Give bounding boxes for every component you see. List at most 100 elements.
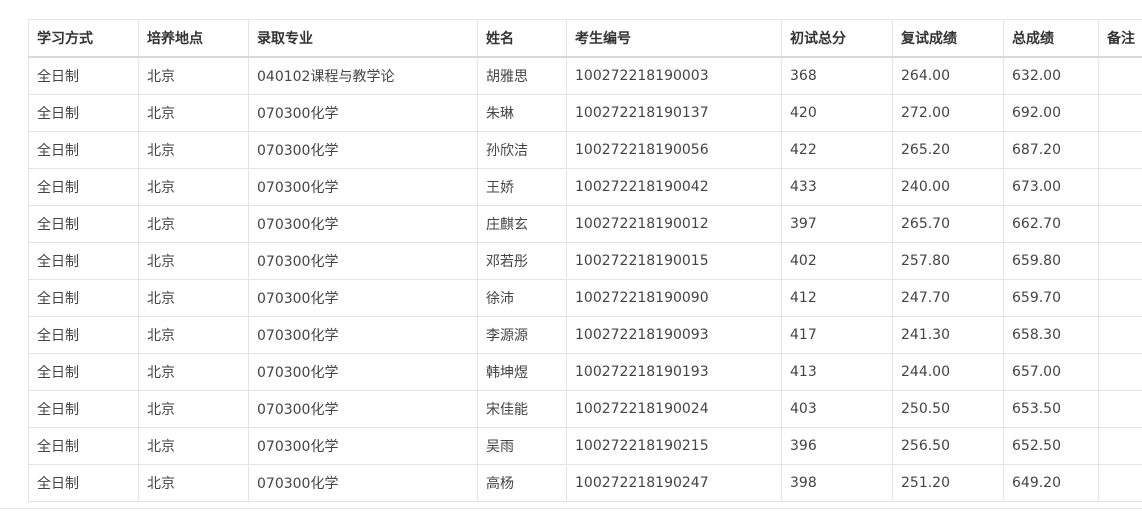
- header-study-mode: 学习方式: [28, 19, 139, 58]
- cell-candidate-id: 100272218190015: [566, 242, 782, 280]
- cell-study-mode: 全日制: [28, 56, 139, 95]
- cell-total-score: 659.80: [1003, 242, 1099, 280]
- cell-name: 庄麒玄: [477, 205, 567, 243]
- cell-retest-score: 264.00: [892, 56, 1004, 95]
- table-row: 全日制 北京 070300化学 宋佳能 100272218190024 403 250.50…: [28, 390, 1142, 428]
- cell-admitted-major: 070300化学: [248, 131, 478, 169]
- cell-candidate-id: 100272218190024: [566, 390, 782, 428]
- cell-retest-score: 244.00: [892, 353, 1004, 391]
- cell-training-location: 北京: [138, 205, 249, 243]
- admission-results-table: 学习方式 培养地点 录取专业 姓名 考生编号 初试总分 复试成绩 总成绩 备注 …: [28, 19, 1142, 502]
- cell-training-location: 北京: [138, 168, 249, 206]
- table-row: 全日制 北京 070300化学 邓若彤 100272218190015 402 257.80…: [28, 242, 1142, 280]
- cell-remarks: [1098, 56, 1142, 95]
- table-row: 全日制 北京 070300化学 孙欣洁 100272218190056 422 265.20…: [28, 131, 1142, 169]
- cell-candidate-id: 100272218190056: [566, 131, 782, 169]
- cell-training-location: 北京: [138, 427, 249, 465]
- cell-retest-score: 240.00: [892, 168, 1004, 206]
- cell-total-score: 673.00: [1003, 168, 1099, 206]
- cell-name: 徐沛: [477, 279, 567, 317]
- cell-admitted-major: 070300化学: [248, 390, 478, 428]
- cell-total-score: 632.00: [1003, 56, 1099, 95]
- cell-total-score: 659.70: [1003, 279, 1099, 317]
- cell-training-location: 北京: [138, 94, 249, 132]
- cell-admitted-major: 040102课程与教学论: [248, 56, 478, 95]
- cell-name: 王娇: [477, 168, 567, 206]
- cell-training-location: 北京: [138, 56, 249, 95]
- cell-training-location: 北京: [138, 131, 249, 169]
- cell-study-mode: 全日制: [28, 464, 139, 502]
- cell-study-mode: 全日制: [28, 168, 139, 206]
- cell-preliminary-score: 402: [781, 242, 893, 280]
- table-row: 全日制 北京 070300化学 高杨 100272218190247 398 251.20 6…: [28, 464, 1142, 502]
- cell-study-mode: 全日制: [28, 316, 139, 354]
- cell-total-score: 652.50: [1003, 427, 1099, 465]
- cell-study-mode: 全日制: [28, 279, 139, 317]
- cell-preliminary-score: 368: [781, 56, 893, 95]
- table-row: 全日制 北京 070300化学 韩坤煜 100272218190193 413 244.00…: [28, 353, 1142, 391]
- header-candidate-id: 考生编号: [566, 19, 782, 58]
- cell-retest-score: 251.20: [892, 464, 1004, 502]
- cell-name: 李源源: [477, 316, 567, 354]
- cell-preliminary-score: 397: [781, 205, 893, 243]
- cell-candidate-id: 100272218190137: [566, 94, 782, 132]
- cell-training-location: 北京: [138, 279, 249, 317]
- cell-study-mode: 全日制: [28, 131, 139, 169]
- admission-results-table-container: 学习方式 培养地点 录取专业 姓名 考生编号 初试总分 复试成绩 总成绩 备注 …: [28, 19, 1142, 509]
- cell-name: 朱琳: [477, 94, 567, 132]
- cell-study-mode: 全日制: [28, 390, 139, 428]
- cell-total-score: 687.20: [1003, 131, 1099, 169]
- cell-preliminary-score: 403: [781, 390, 893, 428]
- cell-admitted-major: 070300化学: [248, 353, 478, 391]
- cell-remarks: [1098, 279, 1142, 317]
- header-retest-score: 复试成绩: [892, 19, 1004, 58]
- table-row: 全日制 北京 070300化学 朱琳 100272218190137 420 272.00 6…: [28, 94, 1142, 132]
- cell-retest-score: 256.50: [892, 427, 1004, 465]
- cell-name: 吴雨: [477, 427, 567, 465]
- header-row: 学习方式 培养地点 录取专业 姓名 考生编号 初试总分 复试成绩 总成绩 备注: [28, 19, 1142, 58]
- cell-admitted-major: 070300化学: [248, 168, 478, 206]
- cell-study-mode: 全日制: [28, 242, 139, 280]
- cell-admitted-major: 070300化学: [248, 205, 478, 243]
- cell-candidate-id: 100272218190090: [566, 279, 782, 317]
- cell-retest-score: 257.80: [892, 242, 1004, 280]
- cell-retest-score: 272.00: [892, 94, 1004, 132]
- table-row: 全日制 北京 070300化学 王娇 100272218190042 433 240.00 6…: [28, 168, 1142, 206]
- cell-candidate-id: 100272218190247: [566, 464, 782, 502]
- cell-remarks: [1098, 353, 1142, 391]
- table-row: 全日制 北京 070300化学 徐沛 100272218190090 412 247.70 6…: [28, 279, 1142, 317]
- table-header: 学习方式 培养地点 录取专业 姓名 考生编号 初试总分 复试成绩 总成绩 备注: [28, 19, 1142, 58]
- cell-total-score: 662.70: [1003, 205, 1099, 243]
- cell-admitted-major: 070300化学: [248, 94, 478, 132]
- cell-training-location: 北京: [138, 353, 249, 391]
- table-body: 全日制 北京 040102课程与教学论 胡雅思 100272218190003 368 26…: [28, 56, 1142, 502]
- cell-study-mode: 全日制: [28, 353, 139, 391]
- cell-retest-score: 241.30: [892, 316, 1004, 354]
- cell-candidate-id: 100272218190093: [566, 316, 782, 354]
- cell-total-score: 692.00: [1003, 94, 1099, 132]
- header-training-location: 培养地点: [138, 19, 249, 58]
- table-row: 全日制 北京 040102课程与教学论 胡雅思 100272218190003 368 26…: [28, 56, 1142, 95]
- header-total-score: 总成绩: [1003, 19, 1099, 58]
- cell-total-score: 653.50: [1003, 390, 1099, 428]
- cell-preliminary-score: 398: [781, 464, 893, 502]
- cell-training-location: 北京: [138, 464, 249, 502]
- table-row: 全日制 北京 070300化学 李源源 100272218190093 417 241.30…: [28, 316, 1142, 354]
- cell-preliminary-score: 420: [781, 94, 893, 132]
- cell-remarks: [1098, 390, 1142, 428]
- table-row: 全日制 北京 070300化学 庄麒玄 100272218190012 397 265.70…: [28, 205, 1142, 243]
- cell-name: 高杨: [477, 464, 567, 502]
- cell-candidate-id: 100272218190215: [566, 427, 782, 465]
- cell-remarks: [1098, 168, 1142, 206]
- cell-retest-score: 247.70: [892, 279, 1004, 317]
- cell-candidate-id: 100272218190042: [566, 168, 782, 206]
- cell-training-location: 北京: [138, 316, 249, 354]
- cell-admitted-major: 070300化学: [248, 464, 478, 502]
- cell-candidate-id: 100272218190003: [566, 56, 782, 95]
- cell-total-score: 657.00: [1003, 353, 1099, 391]
- cell-remarks: [1098, 427, 1142, 465]
- cell-retest-score: 265.20: [892, 131, 1004, 169]
- cell-preliminary-score: 396: [781, 427, 893, 465]
- header-remarks: 备注: [1098, 19, 1142, 58]
- cell-remarks: [1098, 131, 1142, 169]
